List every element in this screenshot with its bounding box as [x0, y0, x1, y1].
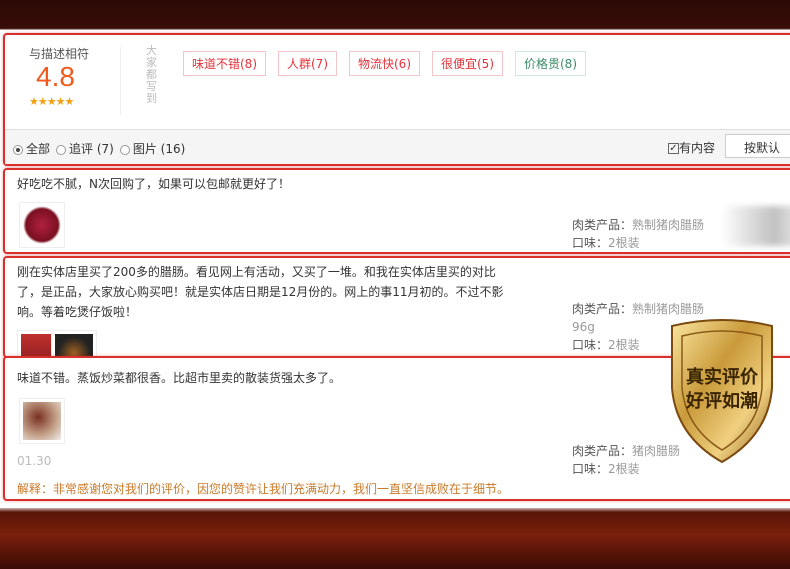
- filter-options: 全部 追评 (7) 图片 (16): [13, 140, 185, 157]
- has-content-label: 有内容: [679, 141, 716, 155]
- filter-append[interactable]: 追评 (7): [56, 140, 114, 157]
- rating-summary: 与描述相符 4.8 ★★★★★ 大家都写到 味道不错(8) 人群(7) 物流快(…: [3, 33, 790, 166]
- product-label: 肉类产品：: [572, 302, 633, 316]
- review-text: 刚在实体店里买了200多的腊肠。看见网上有活动，又买了一堆。和我在实体店里买的对…: [17, 265, 504, 319]
- tag-expensive[interactable]: 价格贵(8): [515, 51, 586, 76]
- taste-value: 2根装: [608, 236, 640, 250]
- filter-append-label: 追评 (7): [69, 142, 114, 156]
- divider: [120, 47, 121, 115]
- filter-pictures-label: 图片 (16): [132, 142, 186, 156]
- radio-icon[interactable]: [13, 144, 23, 155]
- star-rating-icon: ★★★★★: [29, 95, 74, 108]
- tags-heading: 大家都写到: [146, 44, 157, 105]
- filter-all-label: 全部: [26, 142, 51, 156]
- radio-icon[interactable]: [56, 144, 67, 155]
- tag-fast-shipping[interactable]: 物流快(6): [349, 51, 420, 76]
- filter-pictures[interactable]: 图片 (16): [119, 140, 186, 157]
- product-info: 肉类产品：熟制猪肉腊肠 口味：2根装: [572, 216, 704, 252]
- radio-icon[interactable]: [119, 144, 130, 155]
- blurred-username: [721, 206, 790, 246]
- checkmark-icon[interactable]: ✓: [668, 143, 679, 154]
- tag-cheap[interactable]: 很便宜(5): [432, 51, 503, 76]
- has-content-checkbox[interactable]: ✓有内容: [668, 139, 715, 156]
- review-photo[interactable]: [19, 202, 65, 248]
- product-label: 肉类产品：: [572, 444, 633, 458]
- review-text: 好吃吃不腻，N次回购了，如果可以包邮就更好了！: [17, 177, 290, 191]
- seller-reply: 解释：非常感谢您对我们的评价，因您的赞许让我们充满动力，我们一直坚信成败在于细节…: [17, 482, 510, 496]
- taste-label: 口味：: [572, 462, 609, 476]
- taste-value: 2根装: [608, 462, 640, 476]
- product-value: 熟制猪肉腊肠: [632, 218, 705, 232]
- taste-label: 口味：: [572, 338, 609, 352]
- product-label: 肉类产品：: [572, 218, 633, 232]
- badge-line-1: 真实评价: [686, 367, 758, 388]
- product-value: 熟制猪肉腊肠: [632, 302, 705, 316]
- taste-value: 2根装: [608, 338, 640, 352]
- review-photo[interactable]: [19, 398, 65, 444]
- tag-taste[interactable]: 味道不错(8): [183, 51, 266, 76]
- shield-badge-icon: 真实评价 好评如潮: [664, 318, 780, 464]
- review-text: 味道不错。蒸饭炒菜都很香。比超市里卖的散装货强太多了。: [17, 371, 342, 385]
- review-item: 好吃吃不腻，N次回购了，如果可以包邮就更好了！ 肉类产品：熟制猪肉腊肠 口味：2…: [3, 168, 790, 254]
- filter-all[interactable]: 全部: [13, 140, 50, 157]
- score-value: 4.8: [36, 61, 75, 92]
- review-date: 01.30: [17, 454, 52, 468]
- score-label: 与描述相符: [29, 47, 90, 61]
- sort-select[interactable]: 按默认: [725, 134, 790, 158]
- taste-label: 口味：: [572, 236, 609, 250]
- badge-line-2: 好评如潮: [686, 391, 758, 412]
- tag-people[interactable]: 人群(7): [278, 51, 337, 76]
- impression-tags: 味道不错(8) 人群(7) 物流快(6) 很便宜(5) 价格贵(8): [183, 51, 586, 76]
